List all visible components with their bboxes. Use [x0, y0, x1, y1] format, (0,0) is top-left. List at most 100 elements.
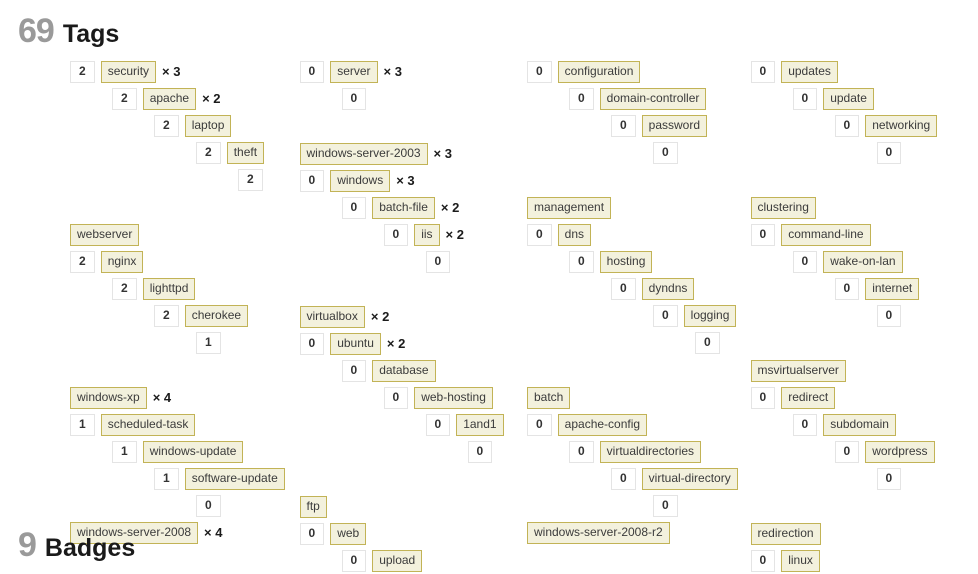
tag-row: 0 batch-file × 2: [300, 194, 527, 221]
tag-row: 0 server × 3: [299, 58, 527, 85]
tag-pill[interactable]: 1and1: [456, 413, 504, 436]
tag-group: management 0 dns 0 hosting 0 dyndns 0 logging 0: [526, 194, 751, 356]
tag-row: 0 apache-config: [526, 411, 751, 438]
tag-pill[interactable]: windows-server-2008-r2: [526, 521, 670, 544]
tag-group: redirection 0 linux: [750, 520, 978, 574]
tag-pill[interactable]: updates: [781, 60, 838, 83]
tag-count-box: 0: [341, 359, 367, 382]
tag-pill[interactable]: configuration: [557, 60, 641, 83]
tag-count-box: 0: [568, 87, 594, 110]
tag-row: 0 dyndns: [527, 275, 751, 302]
tag-pill[interactable]: linux: [781, 549, 820, 572]
tag-row: 0 web-hosting: [300, 384, 527, 411]
tag-pill[interactable]: server: [330, 60, 378, 83]
tag-pill[interactable]: ftp: [299, 495, 327, 518]
tag-row: 1 software-update: [70, 465, 296, 492]
tag-count-box: 0: [299, 522, 325, 545]
tag-pill[interactable]: networking: [865, 114, 938, 137]
tag-pill[interactable]: password: [641, 114, 708, 137]
tag-pill[interactable]: ubuntu: [330, 332, 381, 355]
tag-count-box: 0: [425, 413, 451, 436]
tag-pill[interactable]: apache: [142, 87, 197, 110]
tag-count-box: 0: [610, 277, 636, 300]
tag-count-box: 2: [70, 250, 95, 273]
tag-pill[interactable]: apache-config: [557, 413, 648, 436]
tag-pill[interactable]: dyndns: [641, 277, 695, 300]
tag-pill[interactable]: domain-controller: [599, 87, 707, 110]
tag-pill[interactable]: database: [372, 359, 436, 382]
tag-count-box: 0: [834, 277, 860, 300]
tag-group: batch 0 apache-config 0 virtualdirectories 0 v…: [526, 384, 751, 546]
tag-pill[interactable]: management: [526, 196, 612, 219]
tag-pill[interactable]: dns: [557, 223, 592, 246]
tag-pill[interactable]: hosting: [599, 250, 653, 273]
tag-columns: 2 security × 3 2 apache × 2 2 laptop 2 theft 2 webs…: [0, 58, 978, 574]
tag-multiplier: × 3: [162, 64, 181, 79]
tag-pill[interactable]: command-line: [781, 223, 871, 246]
tag-pill[interactable]: windows-xp: [70, 386, 147, 409]
tag-group: 0 configuration 0 domain-controller 0 passwor…: [526, 58, 751, 166]
tag-count-box: 2: [238, 168, 263, 191]
tag-pill[interactable]: nginx: [100, 250, 144, 273]
tag-count-box: 0: [610, 114, 636, 137]
tag-column: 0 server × 3 0 windows-server-2003 × 3 0 window…: [296, 58, 527, 574]
tag-pill[interactable]: logging: [683, 304, 737, 327]
tag-row: 0 wake-on-lan: [751, 248, 978, 275]
tag-pill[interactable]: web-hosting: [414, 386, 493, 409]
tag-pill[interactable]: virtualbox: [299, 305, 365, 328]
tag-pill[interactable]: clustering: [750, 196, 816, 219]
tag-pill[interactable]: wake-on-lan: [823, 250, 903, 273]
tag-row: 0 wordpress: [751, 438, 978, 465]
tag-count-box: 0: [834, 114, 860, 137]
tag-pill[interactable]: virtual-directory: [641, 467, 738, 490]
tag-pill[interactable]: web: [330, 522, 367, 545]
tag-pill[interactable]: windows-update: [142, 440, 244, 463]
tag-pill[interactable]: virtualdirectories: [599, 440, 702, 463]
tag-multiplier: × 2: [445, 227, 464, 242]
tag-pill[interactable]: iis: [414, 223, 440, 246]
tag-row: 0 password: [527, 112, 751, 139]
tag-row: 0 updates: [750, 58, 978, 85]
tag-pill[interactable]: lighttpd: [142, 277, 196, 300]
tag-pill[interactable]: windows-server-2003: [299, 142, 428, 165]
tag-row: 0 dns: [526, 221, 751, 248]
tag-group: windows-xp × 4 1 scheduled-task 1 windows-upd…: [70, 384, 296, 546]
tag-group: ftp 0 web 0 upload: [299, 493, 527, 574]
badges-count: 9: [18, 526, 37, 564]
tag-row: windows-server-2008-r2: [526, 519, 751, 546]
tag-pill[interactable]: batch-file: [372, 196, 435, 219]
tag-pill[interactable]: internet: [865, 277, 920, 300]
tag-pill[interactable]: theft: [226, 141, 265, 164]
tag-row: virtualbox × 2: [299, 303, 527, 330]
tag-count-box: 0: [652, 494, 678, 517]
tag-pill[interactable]: cherokee: [184, 304, 249, 327]
tag-pill[interactable]: webserver: [70, 223, 140, 246]
tag-pill[interactable]: upload: [372, 549, 423, 572]
tag-pill[interactable]: msvirtualserver: [750, 359, 846, 382]
tag-pill[interactable]: batch: [526, 386, 571, 409]
tag-count-box: 2: [154, 304, 179, 327]
tag-pill[interactable]: redirection: [750, 522, 821, 545]
tag-row: 0 internet: [751, 275, 978, 302]
tag-count-box: 1: [154, 467, 179, 490]
tag-count-box: 0: [467, 440, 493, 463]
tag-count-box: 2: [154, 114, 179, 137]
tag-pill[interactable]: security: [100, 60, 157, 83]
tag-pill[interactable]: redirect: [781, 386, 836, 409]
tag-count-box: 0: [526, 60, 552, 83]
tag-row: 0 linux: [750, 547, 978, 574]
tag-pill[interactable]: software-update: [184, 467, 285, 490]
tag-pill[interactable]: scheduled-task: [100, 413, 196, 436]
tag-pill[interactable]: windows: [330, 169, 391, 192]
tag-pill[interactable]: update: [823, 87, 874, 110]
tag-pill[interactable]: subdomain: [823, 413, 896, 436]
tag-pill[interactable]: wordpress: [865, 440, 935, 463]
tag-count-box: 0: [425, 250, 451, 273]
tag-row: 0 iis × 2: [300, 221, 527, 248]
tag-count-box: 1: [112, 440, 137, 463]
tag-pill[interactable]: laptop: [184, 114, 232, 137]
tag-row: 0: [751, 139, 978, 166]
tag-count-box: 0: [652, 141, 678, 164]
